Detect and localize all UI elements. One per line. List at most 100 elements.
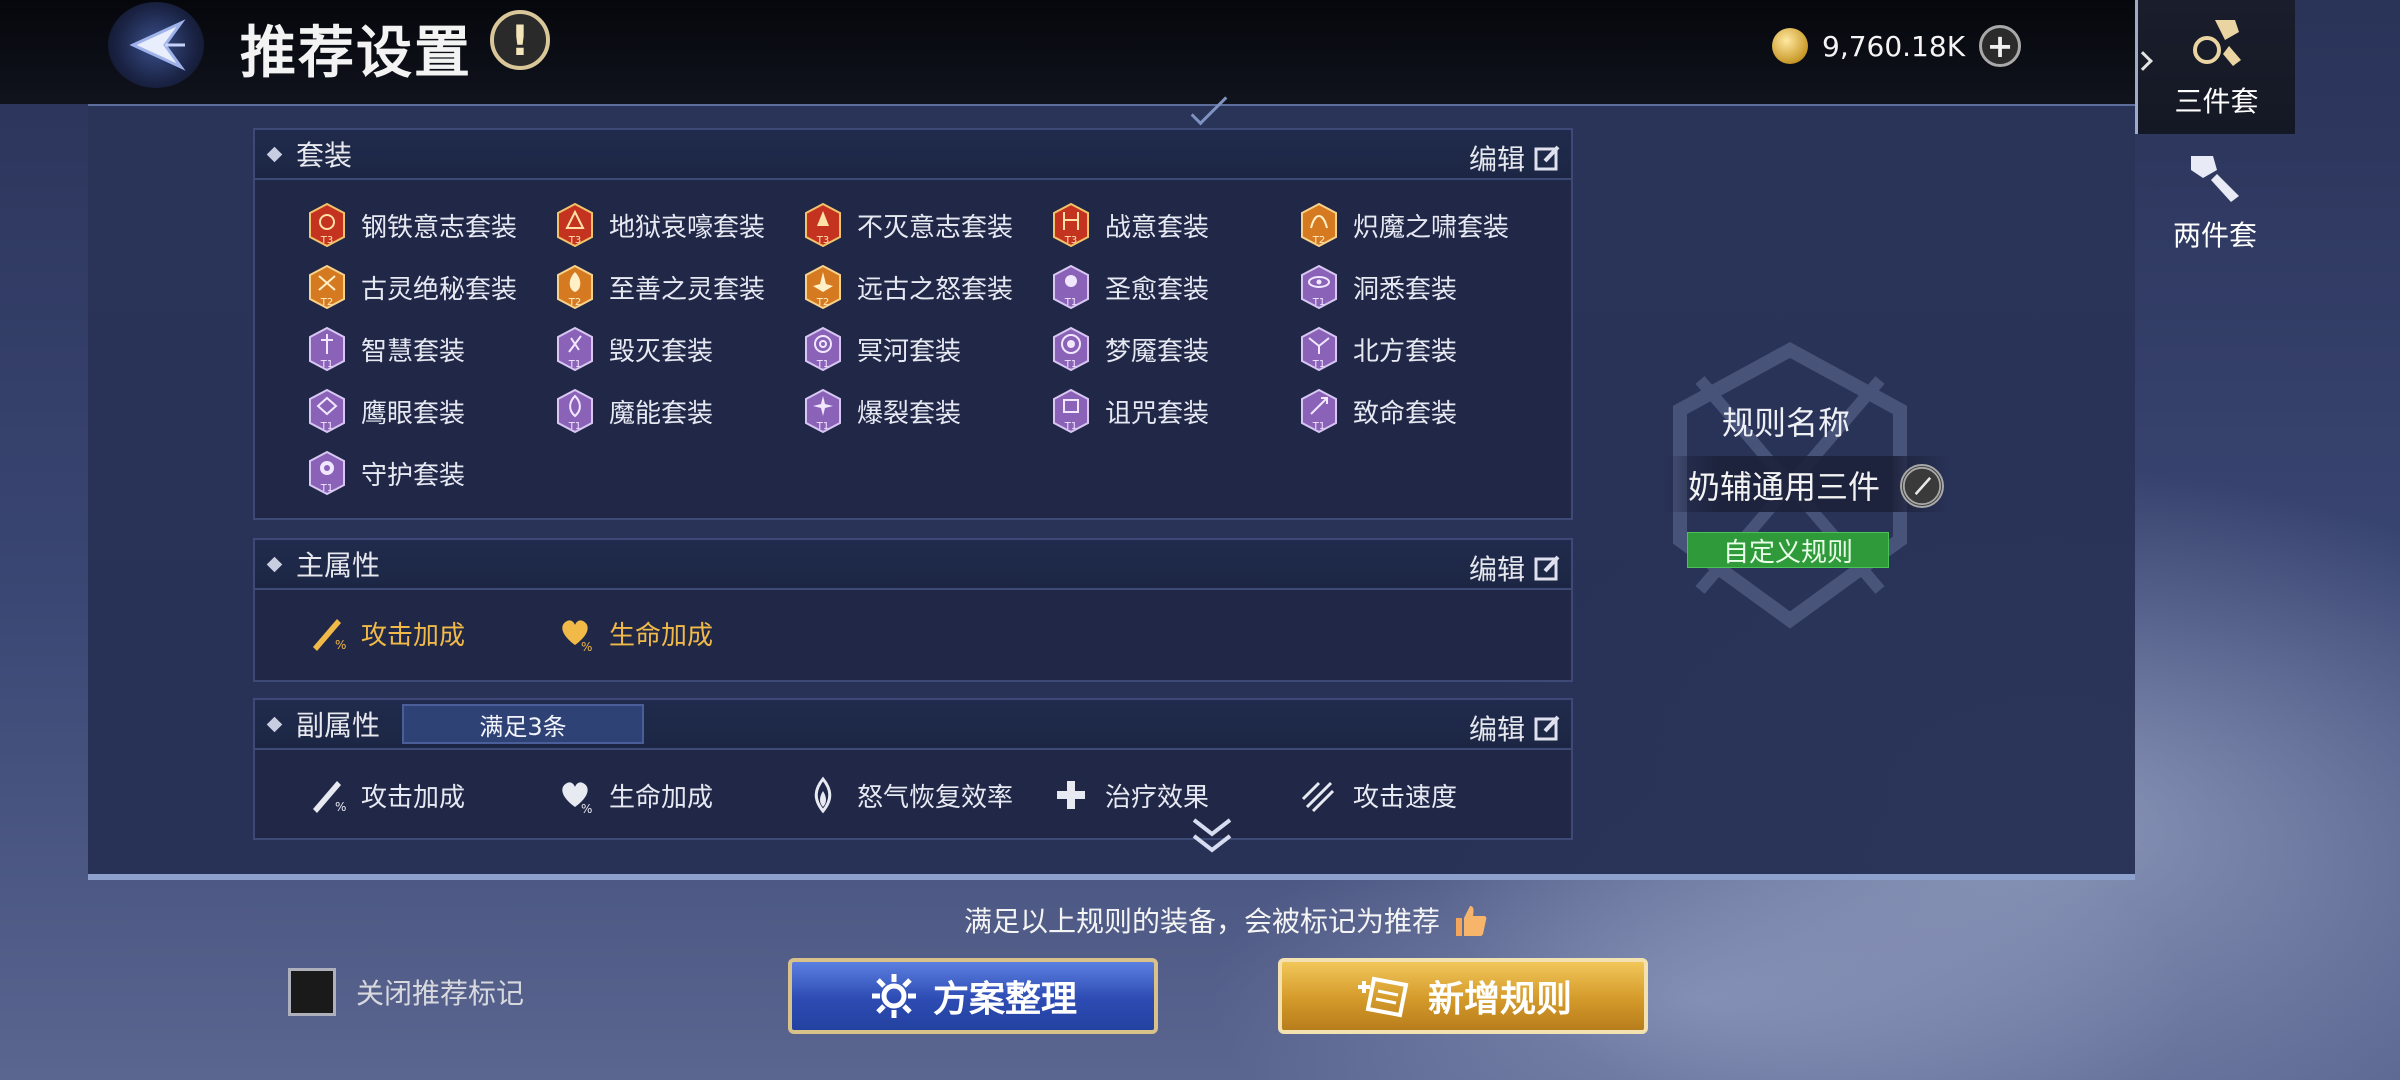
tab-two-piece[interactable]: 两件套 [2135,134,2295,268]
set-tier1-icon: T1 [309,450,345,496]
edit-sub-stat-button[interactable]: 编辑 [1469,708,1561,748]
set-item[interactable]: T2 至善之灵套装 [555,264,765,310]
back-button[interactable] [108,2,204,88]
set-item[interactable]: T2 炽魔之啸套装 [1299,202,1509,248]
set-tier1-icon: T1 [1301,326,1337,372]
edit-label: 编辑 [1468,143,1525,176]
add-currency-button[interactable]: + [1979,25,2022,67]
set-tier1-icon: T1 [1301,388,1337,434]
set-name: 北方套装 [1353,336,1458,367]
svg-text:T3: T3 [816,235,829,246]
set-tier1-icon: T1 [309,326,345,372]
set-name: 钢铁意志套装 [361,212,518,243]
svg-text:T1: T1 [1064,421,1077,432]
info-button[interactable]: ! [490,10,550,70]
stat-name: 攻击加成 [361,620,466,651]
hp-bonus-icon: % [562,620,592,653]
sub-stat-item[interactable]: % 攻击加成 [307,772,465,818]
svg-text:T1: T1 [816,359,829,370]
set-item[interactable]: T1 爆裂套装 [803,388,961,434]
rename-pen-icon[interactable] [1900,464,1944,508]
svg-text:T3: T3 [568,235,581,246]
set-item[interactable]: T2 远古之怒套装 [803,264,1013,310]
svg-text:T2: T2 [320,297,333,308]
sub-stat-item[interactable]: 攻击速度 [1299,772,1457,818]
set-name: 毁灭套装 [609,336,714,367]
scroll-more-icon[interactable] [1190,816,1234,862]
svg-text:T3: T3 [320,235,333,246]
svg-text:T2: T2 [816,297,829,308]
set-tier3-icon: T3 [805,202,841,248]
edit-sets-button[interactable]: 编辑 [1469,138,1561,178]
set-item[interactable]: T1 魔能套装 [555,388,713,434]
set-item[interactable]: T1 冥河套装 [803,326,961,372]
svg-text:T1: T1 [320,359,333,370]
set-item[interactable]: T3 地狱哀嚎套装 [555,202,765,248]
sub-stat-item[interactable]: % 生命加成 [555,772,713,818]
set-item[interactable]: T1 致命套装 [1299,388,1457,434]
edit-main-stat-button[interactable]: 编辑 [1469,548,1561,588]
gear-icon [871,974,916,1018]
set-name: 鹰眼套装 [361,398,466,429]
currency-amount: 9,760.18K [1822,29,1966,63]
stat-name: 生命加成 [609,620,714,651]
set-name: 不灭意志套装 [857,212,1014,243]
currency-display: 9,760.18K + [1772,24,2022,68]
set-tier2-icon: T2 [805,264,841,310]
rule-name-label: 规则名称 [1722,404,1851,442]
set-tier1-icon: T1 [1053,264,1089,310]
stat-name: 攻击加成 [361,782,466,813]
main-stat-item[interactable]: % 攻击加成 [307,610,465,656]
set-name: 冥河套装 [857,336,962,367]
set-item[interactable]: T1 毁灭套装 [555,326,713,372]
set-name: 魔能套装 [609,398,714,429]
chevron-right-icon [2133,51,2153,71]
set-tier1-icon: T1 [1301,264,1337,310]
sub-stat-section: 副属性 满足3条 编辑 % 攻击加成 % 生命加成 怒气恢复效率 治疗效果 攻击… [253,698,1573,840]
set-item[interactable]: T3 战意套装 [1051,202,1209,248]
attack-speed-icon [1301,781,1335,813]
set-name: 致命套装 [1353,398,1458,429]
add-rule-button[interactable]: 新增规则 [1278,958,1648,1034]
svg-text:%: % [335,800,346,814]
disable-recommend-toggle[interactable]: 关闭推荐标记 [288,968,524,1016]
main-stat-item[interactable]: % 生命加成 [555,610,713,656]
svg-text:T1: T1 [1312,359,1325,370]
custom-rule-tag: 自定义规则 [1687,532,1889,568]
set-name: 守护套装 [361,460,466,491]
set-item[interactable]: T2 古灵绝秘套装 [307,264,517,310]
sub-stat-item[interactable]: 治疗效果 [1051,772,1209,818]
organize-plan-button[interactable]: 方案整理 [788,958,1158,1034]
sub-stat-item[interactable]: 怒气恢复效率 [803,772,1013,818]
section-title: 套装 [296,139,353,172]
set-item[interactable]: T1 圣愈套装 [1051,264,1209,310]
set-item[interactable]: T1 梦魇套装 [1051,326,1209,372]
set-item[interactable]: T1 洞悉套装 [1299,264,1457,310]
set-name: 梦魇套装 [1105,336,1210,367]
tab-label: 两件套 [2172,219,2257,252]
add-rule-icon [1357,976,1409,1018]
checkbox-label: 关闭推荐标记 [356,977,525,1010]
set-tier1-icon: T1 [805,388,841,434]
set-item[interactable]: T1 智慧套装 [307,326,465,372]
tab-three-piece[interactable]: 三件套 [2133,0,2295,134]
set-item[interactable]: T1 北方套装 [1299,326,1457,372]
set-tier2-icon: T2 [1301,202,1337,248]
rule-name: 奶辅通用三件 [1688,468,1881,506]
edit-label: 编辑 [1468,713,1525,746]
svg-text:T1: T1 [1064,297,1077,308]
set-tier2-icon: T2 [557,264,593,310]
main-stat-section: 主属性 编辑 % 攻击加成 % 生命加成 [253,538,1573,682]
set-name: 古灵绝秘套装 [361,274,518,305]
svg-text:T1: T1 [1312,421,1325,432]
set-item[interactable]: T3 钢铁意志套装 [307,202,517,248]
set-item[interactable]: T1 诅咒套装 [1051,388,1209,434]
healing-icon [1057,781,1085,809]
set-type-tabs: 三件套 两件套 [2133,0,2400,1080]
set-tier3-icon: T3 [557,202,593,248]
disable-recommend-checkbox[interactable] [288,968,336,1016]
set-item[interactable]: T1 守护套装 [307,450,465,496]
set-item[interactable]: T1 鹰眼套装 [307,388,465,434]
set-item[interactable]: T3 不灭意志套装 [803,202,1013,248]
add-rule-label: 新增规则 [1427,979,1572,1020]
